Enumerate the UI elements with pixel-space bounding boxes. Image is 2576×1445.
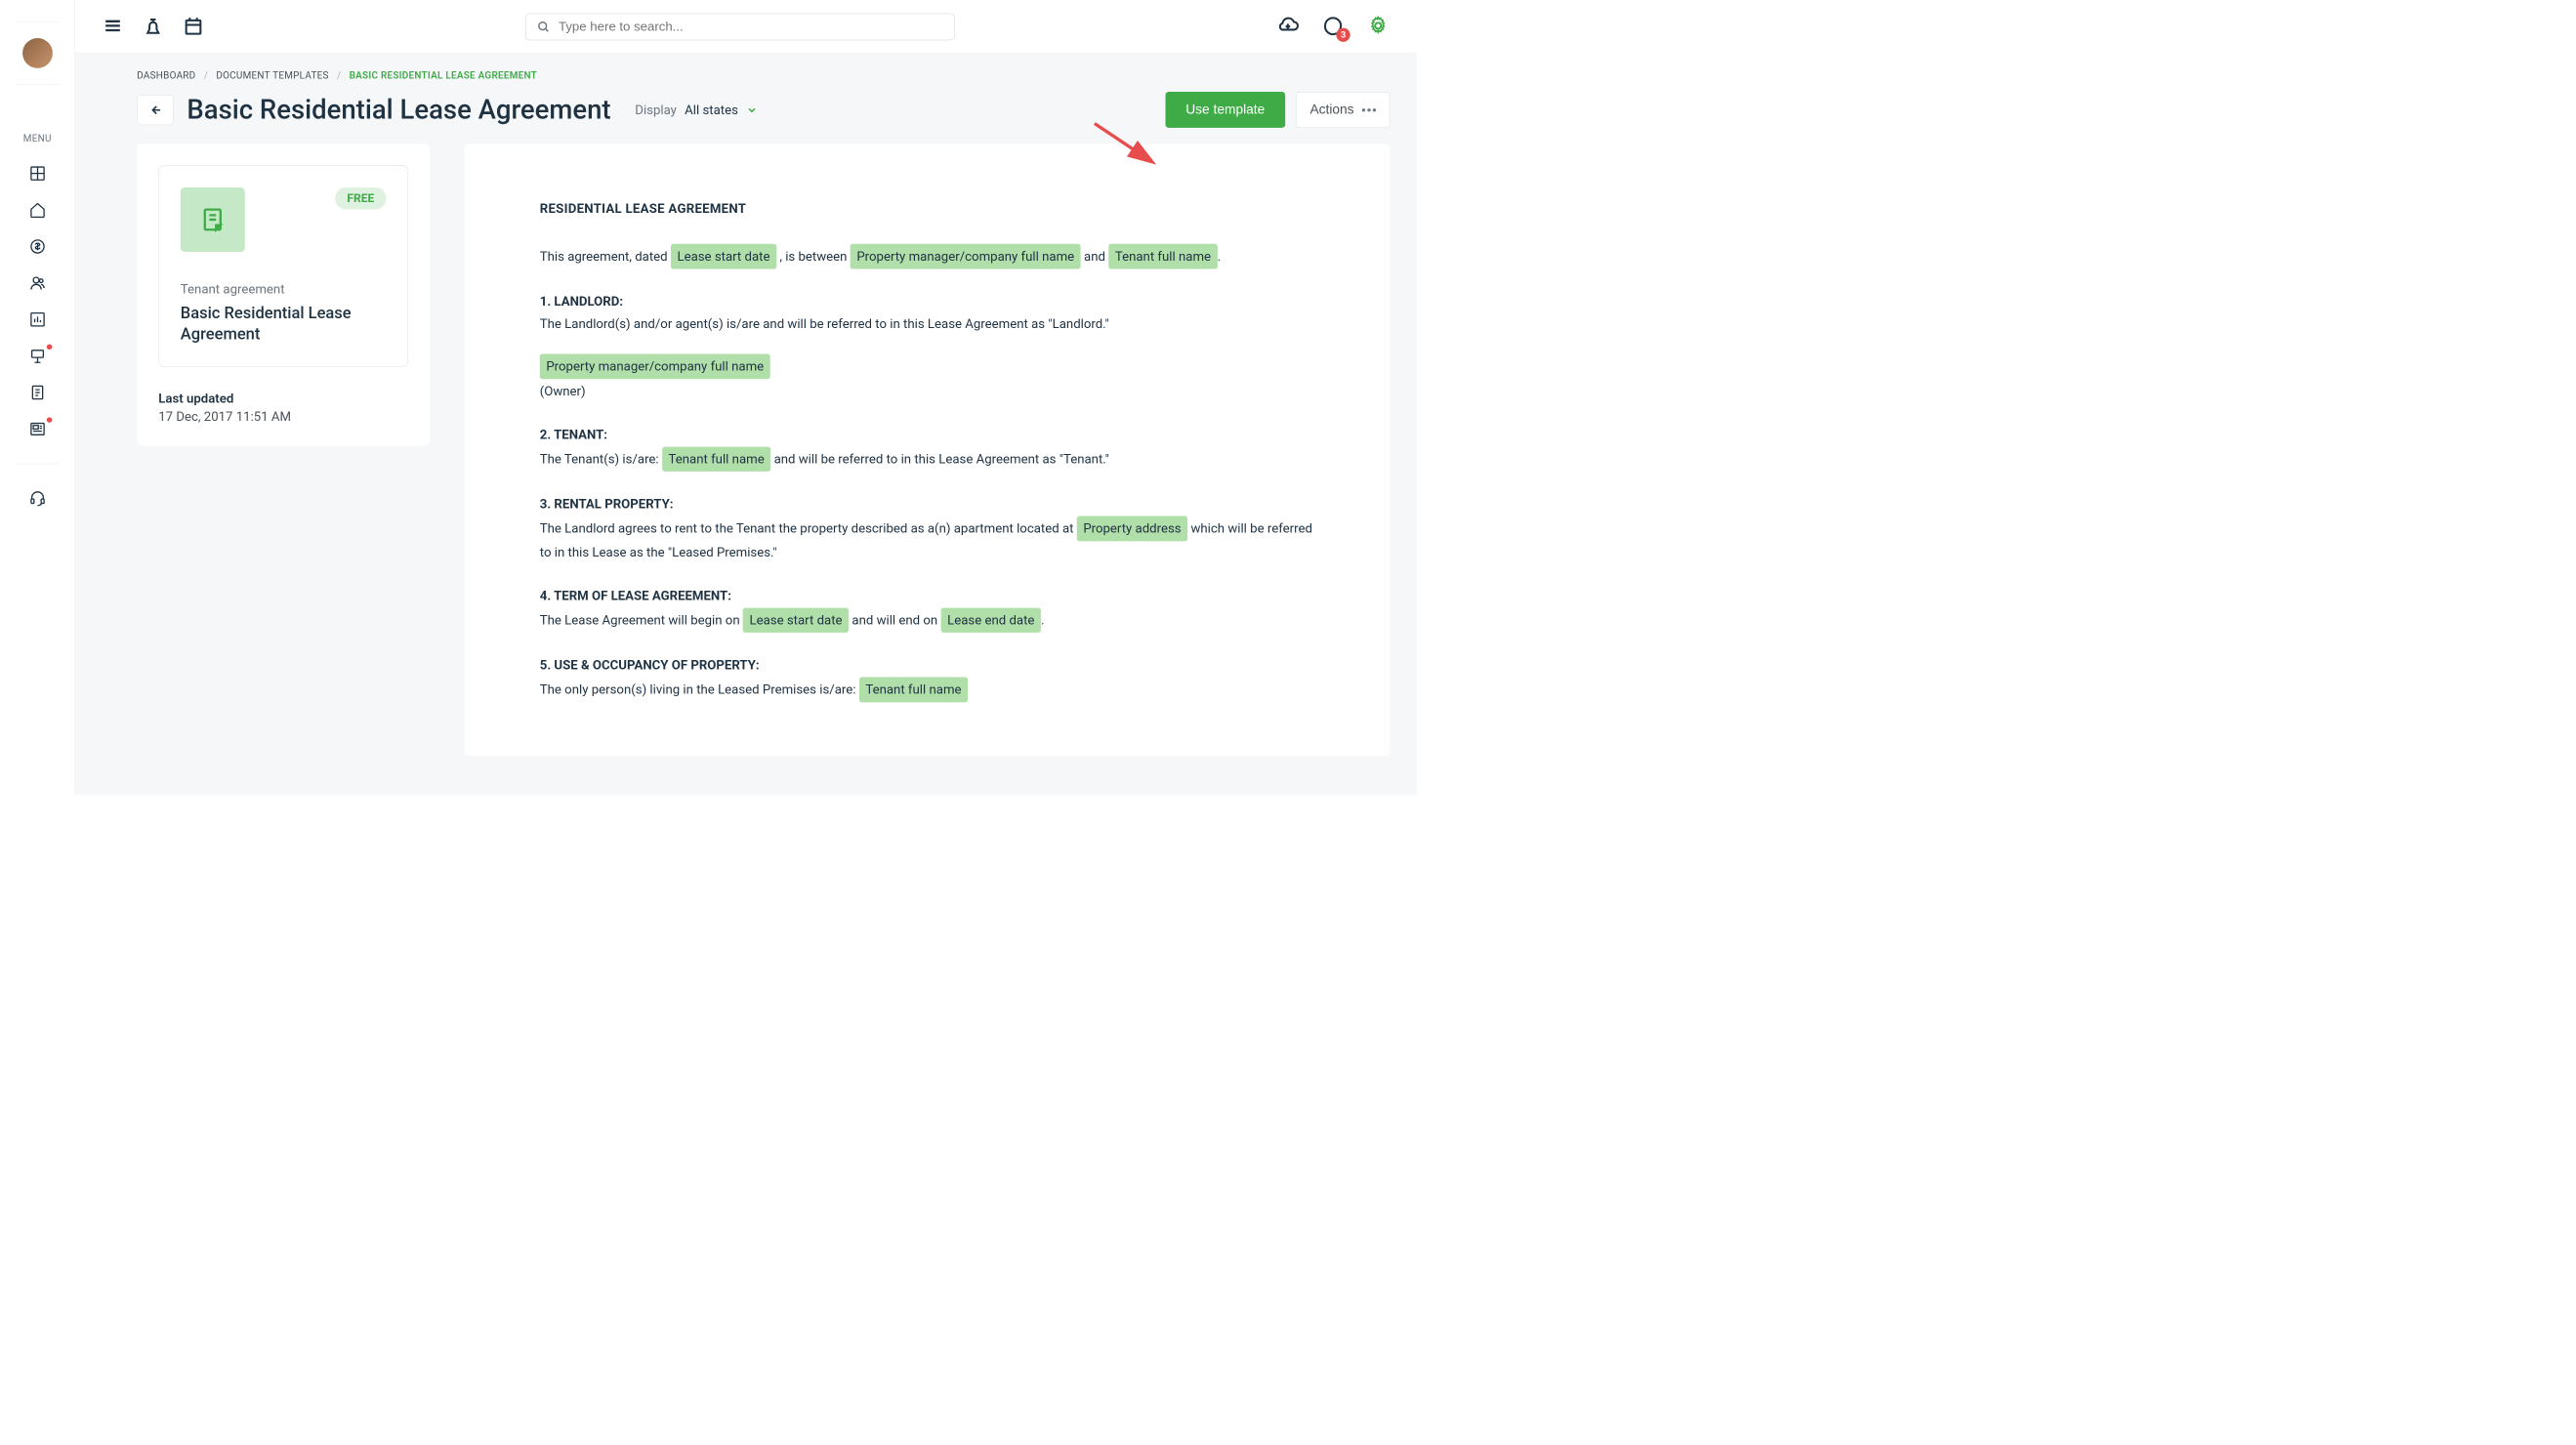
search-input[interactable] — [559, 20, 943, 34]
template-card: FREE Tenant agreement Basic Residential … — [158, 165, 408, 366]
doc-icon-box — [181, 187, 245, 252]
calendar-button[interactable] — [183, 15, 204, 38]
calendar-icon — [183, 15, 204, 36]
breadcrumb-dashboard[interactable]: DASHBOARD — [137, 70, 195, 82]
document-icon — [28, 384, 46, 401]
search-icon — [536, 20, 550, 33]
menu-toggle-button[interactable] — [103, 15, 124, 38]
sidebar-item-people[interactable] — [0, 265, 74, 301]
chevron-down-icon — [746, 103, 758, 115]
page-header: Basic Residential Lease Agreement Displa… — [137, 92, 1390, 128]
display-value: All states — [685, 103, 738, 117]
doc-title: RESIDENTIAL LEASE AGREEMENT — [540, 197, 1315, 219]
template-card-panel: FREE Tenant agreement Basic Residential … — [137, 144, 430, 445]
home-icon — [28, 201, 46, 219]
template-subtitle: Tenant agreement — [181, 281, 387, 296]
chat-badge: 3 — [1336, 27, 1350, 41]
notification-dot — [47, 417, 53, 423]
sec1-heading: 1. LANDLORD: — [540, 290, 1315, 311]
sec4-heading: 4. TERM OF LEASE AGREEMENT: — [540, 585, 1315, 606]
placeholder-lease-start-2[interactable]: Lease start date — [743, 607, 849, 633]
notification-dot — [47, 345, 53, 351]
headset-icon — [28, 490, 46, 508]
sidebar-item-documents[interactable] — [0, 374, 74, 410]
people-icon — [28, 274, 46, 292]
sign-icon — [28, 348, 46, 365]
sec3-heading: 3. RENTAL PROPERTY: — [540, 493, 1315, 515]
download-button[interactable] — [1276, 14, 1300, 39]
breadcrumb-current: BASIC RESIDENTIAL LEASE AGREEMENT — [350, 70, 537, 82]
sidebar-item-news[interactable] — [0, 411, 74, 447]
sidebar-item-dashboard[interactable] — [0, 155, 74, 191]
divider — [16, 21, 59, 22]
sidebar-item-analytics[interactable] — [0, 302, 74, 338]
display-selector[interactable]: Display All states — [635, 103, 758, 117]
sidebar-item-home[interactable] — [0, 191, 74, 227]
main-area: 3 DASHBOARD / DOCUMENT TEMPLATES / BASIC… — [75, 0, 1417, 795]
more-icon — [1362, 108, 1376, 111]
alarm-icon — [143, 15, 164, 36]
search-box[interactable] — [525, 13, 955, 40]
sec5-heading: 5. USE & OCCUPANCY OF PROPERTY: — [540, 654, 1315, 676]
alarm-button[interactable] — [143, 15, 164, 38]
sidebar-item-finance[interactable] — [0, 228, 74, 265]
page-title: Basic Residential Lease Agreement — [187, 95, 610, 126]
sec1-text: The Landlord(s) and/or agent(s) is/are a… — [540, 313, 1315, 335]
topbar-right: 3 — [1276, 14, 1391, 39]
actions-label: Actions — [1309, 103, 1353, 118]
placeholder-property-manager[interactable]: Property manager/company full name — [851, 244, 1081, 269]
breadcrumb-sep: / — [337, 70, 341, 82]
chat-button[interactable]: 3 — [1321, 14, 1345, 39]
last-updated-label: Last updated — [158, 391, 408, 405]
use-template-button[interactable]: Use template — [1165, 92, 1285, 128]
sec1-owner: (Owner) — [540, 380, 1315, 401]
placeholder-tenant-name-3[interactable]: Tenant full name — [859, 678, 968, 703]
breadcrumb-sep: / — [204, 70, 208, 82]
content-area: DASHBOARD / DOCUMENT TEMPLATES / BASIC R… — [75, 54, 1417, 795]
placeholder-property-address[interactable]: Property address — [1077, 516, 1187, 542]
sidebar-item-signage[interactable] — [0, 338, 74, 374]
template-title: Basic Residential Lease Agreement — [181, 303, 387, 345]
avatar[interactable] — [22, 38, 53, 68]
doc-intro: This agreement, dated Lease start date ,… — [540, 244, 1315, 269]
grid-icon — [28, 165, 46, 183]
topbar-left — [103, 15, 205, 38]
breadcrumb: DASHBOARD / DOCUMENT TEMPLATES / BASIC R… — [137, 54, 1390, 92]
placeholder-property-manager-2[interactable]: Property manager/company full name — [540, 354, 770, 380]
chart-icon — [28, 310, 46, 328]
document-panel: RESIDENTIAL LEASE AGREEMENT This agreeme… — [465, 144, 1391, 756]
placeholder-lease-start[interactable]: Lease start date — [671, 244, 776, 269]
display-label: Display — [635, 103, 677, 117]
last-updated-value: 17 Dec, 2017 11:51 AM — [158, 409, 408, 424]
content-body: FREE Tenant agreement Basic Residential … — [137, 144, 1390, 756]
news-icon — [28, 421, 46, 438]
document-icon — [199, 206, 227, 233]
arrow-left-icon — [147, 103, 162, 117]
placeholder-lease-end[interactable]: Lease end date — [940, 607, 1041, 633]
menu-icon — [103, 15, 124, 36]
sec2-heading: 2. TENANT: — [540, 424, 1315, 445]
sidebar: MENU — [0, 0, 75, 795]
gear-icon — [1366, 14, 1390, 37]
divider — [16, 464, 59, 465]
dollar-icon — [28, 238, 46, 256]
cloud-download-icon — [1276, 14, 1300, 37]
template-card-top: FREE — [181, 187, 387, 252]
back-button[interactable] — [137, 95, 173, 125]
sidebar-menu-label: MENU — [23, 133, 52, 144]
settings-button[interactable] — [1366, 14, 1390, 39]
placeholder-tenant-name[interactable]: Tenant full name — [1108, 244, 1217, 269]
header-actions: Use template Actions — [1165, 92, 1390, 128]
breadcrumb-templates[interactable]: DOCUMENT TEMPLATES — [216, 70, 328, 82]
topbar: 3 — [75, 0, 1417, 54]
sidebar-item-support[interactable] — [0, 480, 74, 516]
divider — [16, 84, 59, 85]
free-badge: FREE — [335, 187, 386, 210]
actions-button[interactable]: Actions — [1296, 92, 1390, 128]
placeholder-tenant-name-2[interactable]: Tenant full name — [662, 446, 770, 472]
